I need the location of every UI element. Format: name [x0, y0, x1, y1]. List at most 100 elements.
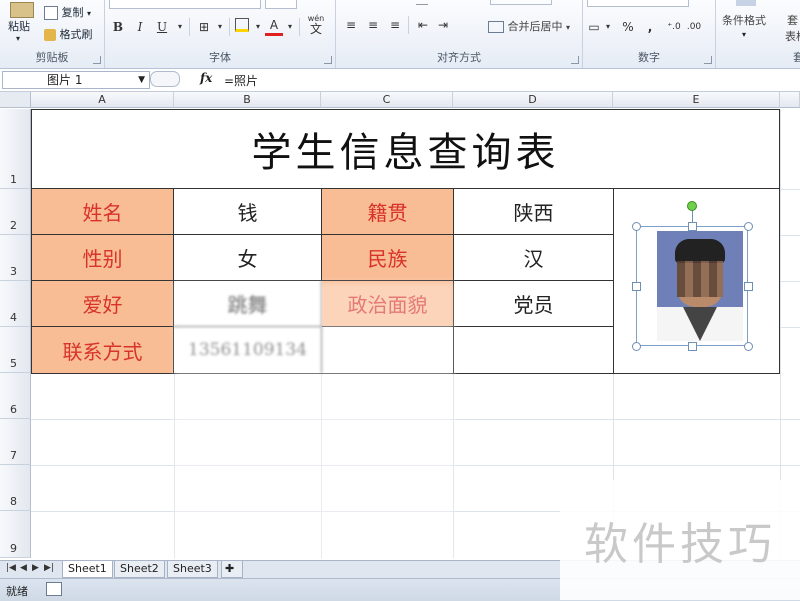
- italic-button[interactable]: I: [131, 18, 149, 36]
- font-name-dropdown[interactable]: [109, 0, 261, 9]
- cell-value-name[interactable]: 钱: [174, 189, 322, 235]
- paste-label: 粘贴: [8, 20, 30, 33]
- formula-slider[interactable]: [150, 71, 180, 87]
- orientation-icon[interactable]: [416, 0, 428, 5]
- font-size-dropdown[interactable]: [265, 0, 297, 9]
- chevron-down-icon[interactable]: ▾: [281, 18, 299, 36]
- row-header-4[interactable]: 4: [0, 281, 31, 327]
- select-all-corner[interactable]: [0, 92, 31, 108]
- format-painter-button[interactable]: 格式刷: [44, 26, 93, 42]
- resize-handle-tl[interactable]: [632, 222, 641, 231]
- cell-label-ethnicity[interactable]: 民族: [322, 235, 454, 281]
- formula-input[interactable]: =照片: [224, 72, 258, 89]
- copy-button[interactable]: 复制 ▾: [44, 4, 91, 20]
- cell-value-gender[interactable]: 女: [174, 235, 322, 281]
- chevron-down-icon[interactable]: ▾: [599, 18, 617, 36]
- chevron-down-icon[interactable]: ▾: [211, 18, 229, 36]
- percent-button[interactable]: %: [619, 18, 637, 36]
- separator: [299, 18, 300, 36]
- row-header-8[interactable]: 8: [0, 465, 31, 511]
- cell-label-hometown[interactable]: 籍贯: [322, 189, 454, 235]
- clipboard-launcher-icon[interactable]: [93, 56, 101, 64]
- column-header-b[interactable]: B: [174, 92, 321, 108]
- chevron-down-icon[interactable]: ▾: [742, 30, 746, 39]
- last-sheet-icon[interactable]: ▶|: [44, 563, 54, 573]
- merge-icon: [488, 21, 504, 33]
- font-launcher-icon[interactable]: [324, 56, 332, 64]
- resize-handle-l[interactable]: [632, 282, 641, 291]
- cell-label-contact[interactable]: 联系方式: [32, 327, 174, 373]
- macro-record-icon[interactable]: [46, 582, 62, 596]
- table-format-icon: 套: [787, 14, 798, 27]
- insert-sheet-button[interactable]: ✚: [221, 561, 243, 578]
- alignment-launcher-icon[interactable]: [571, 56, 579, 64]
- column-header-c[interactable]: C: [321, 92, 453, 108]
- row-header-5[interactable]: 5: [0, 327, 31, 373]
- underline-button[interactable]: U: [153, 18, 171, 36]
- resize-handle-tr[interactable]: [744, 222, 753, 231]
- copy-label: 复制: [61, 6, 84, 19]
- column-header-d[interactable]: D: [453, 92, 613, 108]
- paste-button[interactable]: 粘贴 ▾: [8, 2, 34, 43]
- cell-label-name[interactable]: 姓名: [32, 189, 174, 235]
- sheet-tab-2[interactable]: Sheet2: [114, 561, 165, 578]
- row-header-1[interactable]: 1: [0, 109, 31, 189]
- increase-indent-icon[interactable]: ⇥: [434, 16, 452, 34]
- next-sheet-icon[interactable]: ▶: [32, 563, 39, 573]
- paste-icon: [10, 2, 34, 18]
- prev-sheet-icon[interactable]: ◀: [20, 563, 27, 573]
- resize-handle-b[interactable]: [688, 342, 697, 351]
- conditional-format-button[interactable]: 条件格式: [722, 12, 766, 28]
- phonetic-button[interactable]: wén 文: [303, 14, 329, 35]
- first-sheet-icon[interactable]: |◀: [6, 563, 16, 573]
- row-header-9[interactable]: 9: [0, 511, 31, 558]
- increase-decimal-icon[interactable]: ⁺.0: [665, 18, 683, 36]
- insert-function-button[interactable]: fx: [200, 71, 212, 85]
- table-format-label: 表格格: [785, 30, 800, 43]
- format-painter-label: 格式刷: [59, 28, 93, 41]
- sheet-tab-3[interactable]: Sheet3: [167, 561, 218, 578]
- copy-icon: [44, 6, 58, 20]
- resize-handle-bl[interactable]: [632, 342, 641, 351]
- number-launcher-icon[interactable]: [704, 56, 712, 64]
- align-center-icon[interactable]: ≡: [364, 16, 382, 34]
- formula-bar: 图片 1 ▼ fx =照片: [0, 69, 800, 92]
- cell-value-ethnicity[interactable]: 汉: [454, 235, 614, 281]
- chevron-down-icon[interactable]: ▼: [138, 72, 145, 88]
- chevron-down-icon[interactable]: ▾: [171, 18, 189, 36]
- row-header-7[interactable]: 7: [0, 419, 31, 465]
- row-header-3[interactable]: 3: [0, 235, 31, 281]
- separator: [189, 18, 190, 36]
- resize-handle-br[interactable]: [744, 342, 753, 351]
- cell-empty-d5[interactable]: [454, 327, 614, 373]
- brush-icon: [44, 29, 56, 41]
- resize-handle-r[interactable]: [744, 282, 753, 291]
- cell-label-hobby[interactable]: 爱好: [32, 281, 174, 327]
- decrease-indent-icon[interactable]: ⇤: [414, 16, 432, 34]
- number-format-dropdown[interactable]: [587, 0, 689, 7]
- align-right-icon[interactable]: ≡: [386, 16, 404, 34]
- cell-value-hometown[interactable]: 陕西: [454, 189, 614, 235]
- gridline: [780, 235, 800, 236]
- row-header-6[interactable]: 6: [0, 373, 31, 419]
- sheet-tab-1[interactable]: Sheet1: [62, 561, 113, 578]
- comma-button[interactable]: ,: [641, 18, 659, 36]
- photo-object[interactable]: [632, 201, 753, 351]
- name-box[interactable]: 图片 1 ▼: [2, 71, 150, 89]
- merge-center-button[interactable]: 合并后居中 ▾: [488, 18, 570, 34]
- table-format-button[interactable]: 套 表格格: [785, 12, 800, 44]
- column-header-e[interactable]: E: [613, 92, 780, 108]
- bold-button[interactable]: B: [109, 18, 127, 36]
- resize-handle-t[interactable]: [688, 222, 697, 231]
- row-header-2[interactable]: 2: [0, 189, 31, 235]
- formula-controls: fx: [150, 71, 216, 87]
- wrap-text-button[interactable]: [490, 0, 552, 5]
- cell-label-gender[interactable]: 性别: [32, 235, 174, 281]
- table-title[interactable]: 学生信息查询表: [31, 109, 780, 189]
- align-left-icon[interactable]: ≡: [342, 16, 360, 34]
- rotate-handle[interactable]: [687, 201, 697, 211]
- column-header-a[interactable]: A: [31, 92, 174, 108]
- column-header-f[interactable]: [780, 92, 800, 108]
- cell-value-political-status[interactable]: 党员: [454, 281, 614, 327]
- decrease-decimal-icon[interactable]: .00: [685, 18, 703, 36]
